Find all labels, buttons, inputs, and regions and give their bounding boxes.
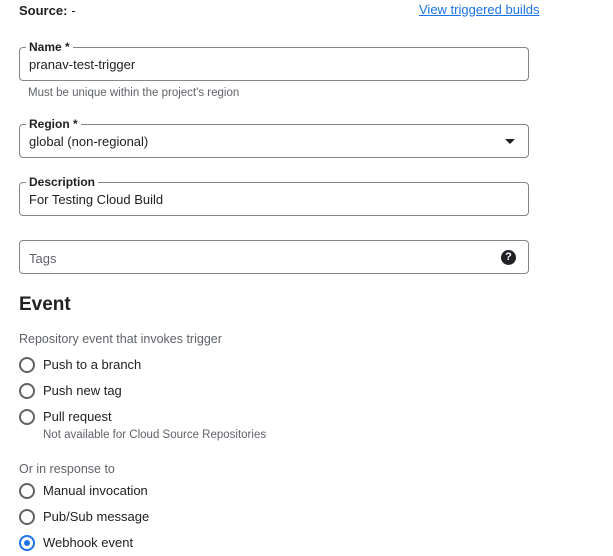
radio-button-icon[interactable] [19, 357, 35, 373]
description-label: Description [26, 175, 99, 189]
pull-request-note: Not available for Cloud Source Repositor… [43, 429, 267, 441]
radio-label: Push new tag [43, 383, 122, 398]
response-subhead: Or in response to [19, 462, 115, 476]
tags-field[interactable]: Tags ? [19, 240, 529, 274]
view-triggered-builds-link[interactable]: View triggered builds [419, 2, 539, 17]
event-heading: Event [19, 294, 71, 315]
help-icon[interactable]: ? [501, 250, 516, 265]
source-row: Source: - [19, 3, 76, 18]
radio-label: Pub/Sub message [43, 509, 150, 524]
region-select-value: global (non-regional) [29, 134, 149, 149]
radio-label: Manual invocation [43, 483, 148, 498]
source-label: Source: [19, 3, 68, 18]
source-value: - [71, 3, 76, 18]
name-field[interactable]: Name * pranav-test-trigger [19, 40, 529, 81]
region-label: Region * [26, 117, 81, 131]
name-hint: Must be unique within the project's regi… [28, 87, 240, 99]
radio-button-icon[interactable] [19, 383, 35, 399]
description-field[interactable]: Description For Testing Cloud Build [19, 175, 529, 216]
dropdown-caret-icon[interactable] [505, 139, 515, 144]
description-input-value[interactable]: For Testing Cloud Build [29, 192, 163, 208]
radio-button-checked-icon[interactable] [19, 535, 35, 551]
radio-label: Push to a branch [43, 357, 142, 372]
radio-label: Webhook event [43, 535, 134, 550]
radio-label: Pull request [43, 409, 112, 424]
radio-button-icon[interactable] [19, 509, 35, 525]
tags-placeholder: Tags [29, 251, 57, 266]
region-select[interactable]: Region * global (non-regional) [19, 117, 529, 158]
repository-event-subhead: Repository event that invokes trigger [19, 332, 222, 346]
radio-button-icon[interactable] [19, 483, 35, 499]
name-label: Name * [26, 40, 73, 54]
name-input-value[interactable]: pranav-test-trigger [29, 57, 135, 73]
radio-button-icon[interactable] [19, 409, 35, 425]
